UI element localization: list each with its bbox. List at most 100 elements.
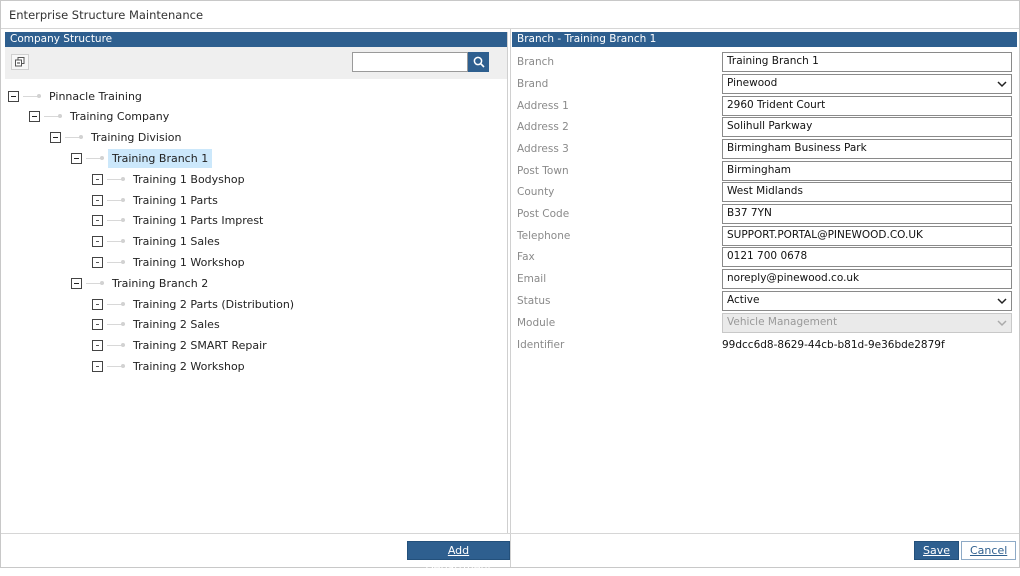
node-toggle-icon[interactable]	[92, 298, 103, 310]
chevron-down-icon	[997, 81, 1007, 88]
tree-node-label[interactable]: Training 1 Parts Imprest	[129, 212, 267, 229]
tree-connector	[86, 280, 104, 285]
toggle-mark	[96, 199, 99, 201]
node-toggle-icon[interactable]	[92, 236, 103, 248]
collapse-all-icon	[15, 57, 25, 67]
tree-node-label[interactable]: Training 1 Bodyshop	[129, 171, 249, 188]
tree-node-label[interactable]: Training Division	[87, 129, 185, 146]
tree-node-label[interactable]: Pinnacle Training	[45, 88, 146, 105]
company-structure-panel: Company Structure Pinnacle Training Trai…	[5, 32, 508, 533]
tree-node[interactable]: Training 1 Workshop	[92, 253, 249, 271]
collapse-icon[interactable]	[8, 90, 19, 102]
search-icon	[473, 56, 485, 68]
tree-node[interactable]: Training 1 Bodyshop	[92, 170, 249, 188]
toggle-mark	[96, 365, 99, 367]
tree-node[interactable]: Training 1 Parts	[92, 191, 222, 209]
brand-value: Pinewood	[727, 77, 778, 89]
node-toggle-icon[interactable]	[92, 173, 103, 185]
tree-connector	[107, 218, 125, 223]
tree-node[interactable]: Training 2 Sales	[92, 316, 224, 334]
county-row: County West Midlands	[512, 182, 1017, 202]
tree-node-label[interactable]: Training 2 Workshop	[129, 358, 249, 375]
right-footer: Save Cancel	[510, 533, 1019, 567]
tree-node-label[interactable]: Training 1 Workshop	[129, 254, 249, 271]
address3-label: Address 3	[517, 143, 569, 155]
tree-connector	[65, 135, 83, 140]
toggle-mark	[11, 95, 16, 97]
county-field[interactable]: West Midlands	[722, 182, 1012, 202]
tree-node[interactable]: Training 1 Sales	[92, 233, 224, 251]
tree-node[interactable]: Training 2 Parts (Distribution)	[92, 295, 298, 313]
company-structure-header: Company Structure	[5, 32, 507, 47]
collapse-icon[interactable]	[50, 132, 61, 144]
address1-label: Address 1	[517, 100, 569, 112]
tree-node-label[interactable]: Training Company	[66, 108, 173, 125]
cancel-button[interactable]: Cancel	[961, 541, 1017, 560]
toggle-mark	[74, 157, 79, 159]
toggle-mark	[96, 261, 99, 263]
fax-field[interactable]: 0121 700 0678	[722, 247, 1012, 267]
toggle-mark	[96, 241, 99, 243]
post-town-field[interactable]: Birmingham	[722, 161, 1012, 181]
telephone-row: Telephone SUPPORT.PORTAL@PINEWOOD.CO.UK	[512, 226, 1017, 246]
search-input[interactable]	[352, 52, 468, 72]
save-button[interactable]: Save	[914, 541, 960, 560]
tree-node[interactable]: Training 2 SMART Repair	[92, 337, 271, 355]
tree-node[interactable]: Training Branch 2	[71, 274, 212, 292]
tree-node-label[interactable]: Training Branch 2	[108, 275, 212, 292]
identifier-label: Identifier	[517, 339, 565, 351]
tree-node[interactable]: Training 1 Parts Imprest	[92, 212, 267, 230]
module-select: Vehicle Management	[722, 313, 1012, 333]
node-toggle-icon[interactable]	[92, 215, 103, 227]
collapse-all-button[interactable]	[11, 54, 29, 70]
telephone-label: Telephone	[517, 230, 571, 242]
toggle-mark	[96, 220, 99, 222]
tree-node[interactable]: Training Branch 1	[71, 148, 213, 168]
tree-connector	[23, 93, 41, 98]
tree-connector	[44, 114, 62, 119]
tree-node-label[interactable]: Training 1 Parts	[129, 192, 222, 209]
tree-node[interactable]: Training Division	[50, 129, 185, 147]
email-row: Email noreply@pinewood.co.uk	[512, 269, 1017, 289]
node-toggle-icon[interactable]	[92, 360, 103, 372]
brand-select[interactable]: Pinewood	[722, 74, 1012, 94]
node-toggle-icon[interactable]	[92, 194, 103, 206]
tree-connector	[107, 322, 125, 327]
telephone-field[interactable]: SUPPORT.PORTAL@PINEWOOD.CO.UK	[722, 226, 1012, 246]
tree-node[interactable]: Training 2 Workshop	[92, 357, 249, 375]
tree-connector	[107, 239, 125, 244]
tree-node-label[interactable]: Training 2 Sales	[129, 316, 224, 333]
tree-node[interactable]: Pinnacle Training	[8, 87, 146, 105]
node-toggle-icon[interactable]	[92, 340, 103, 352]
address1-field[interactable]: 2960 Trident Court	[722, 96, 1012, 116]
tree-connector	[107, 259, 125, 264]
chevron-down-icon	[997, 320, 1007, 327]
tree-connector	[86, 155, 104, 160]
fax-row: Fax 0121 700 0678	[512, 247, 1017, 267]
tree-connector	[107, 176, 125, 181]
branch-row: Branch Training Branch 1	[512, 52, 1017, 72]
address2-field[interactable]: Solihull Parkway	[722, 117, 1012, 137]
branch-field[interactable]: Training Branch 1	[722, 52, 1012, 72]
node-toggle-icon[interactable]	[92, 319, 103, 331]
collapse-icon[interactable]	[29, 111, 40, 123]
post-code-field[interactable]: B37 7YN	[722, 204, 1012, 224]
status-select[interactable]: Active	[722, 291, 1012, 311]
address3-field[interactable]: Birmingham Business Park	[722, 139, 1012, 159]
fax-label: Fax	[517, 251, 535, 263]
tree-node-label[interactable]: Training Branch 1	[108, 148, 213, 168]
collapse-icon[interactable]	[71, 152, 82, 164]
tree-node-label[interactable]: Training 2 Parts (Distribution)	[129, 296, 298, 313]
collapse-icon[interactable]	[71, 277, 82, 289]
email-field[interactable]: noreply@pinewood.co.uk	[722, 269, 1012, 289]
tree-node-label[interactable]: Training 1 Sales	[129, 233, 224, 250]
search-button[interactable]	[468, 52, 489, 72]
tree-node-label[interactable]: Training 2 SMART Repair	[129, 337, 271, 354]
add-department-button[interactable]: Add Department	[407, 541, 510, 574]
toggle-mark	[96, 324, 99, 326]
module-row: Module Vehicle Management	[512, 313, 1017, 333]
node-toggle-icon[interactable]	[92, 256, 103, 268]
identifier-value: 99dcc6d8-8629-44cb-b81d-9e36bde2879f	[722, 339, 945, 351]
post-code-label: Post Code	[517, 208, 570, 220]
tree-node[interactable]: Training Company	[29, 108, 173, 126]
